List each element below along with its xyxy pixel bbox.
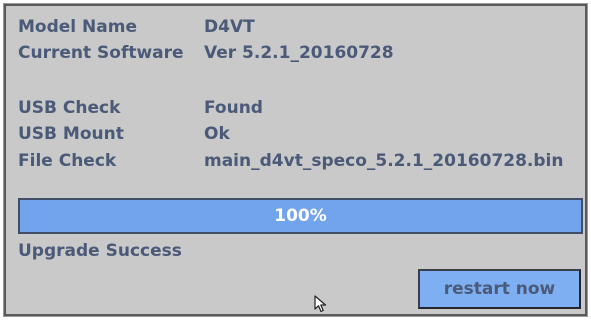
file-check-label: File Check	[18, 151, 117, 171]
progress-percent-label: 100%	[274, 206, 327, 226]
usb-mount-label: USB Mount	[18, 124, 124, 144]
usb-mount-value: Ok	[204, 124, 230, 144]
file-check-value: main_d4vt_speco_5.2.1_20160728.bin	[204, 151, 564, 171]
restart-now-button[interactable]: restart now	[418, 269, 581, 309]
model-name-label: Model Name	[18, 17, 137, 37]
upgrade-progress-bar: 100%	[18, 198, 583, 234]
current-software-value: Ver 5.2.1_20160728	[204, 43, 394, 63]
usb-check-value: Found	[204, 98, 263, 118]
current-software-label: Current Software	[18, 43, 184, 63]
usb-check-label: USB Check	[18, 98, 121, 118]
upgrade-dialog: Model Name D4VT Current Software Ver 5.2…	[4, 4, 587, 316]
model-name-value: D4VT	[204, 17, 255, 37]
upgrade-status-text: Upgrade Success	[18, 241, 182, 261]
mouse-pointer-icon	[314, 295, 327, 313]
